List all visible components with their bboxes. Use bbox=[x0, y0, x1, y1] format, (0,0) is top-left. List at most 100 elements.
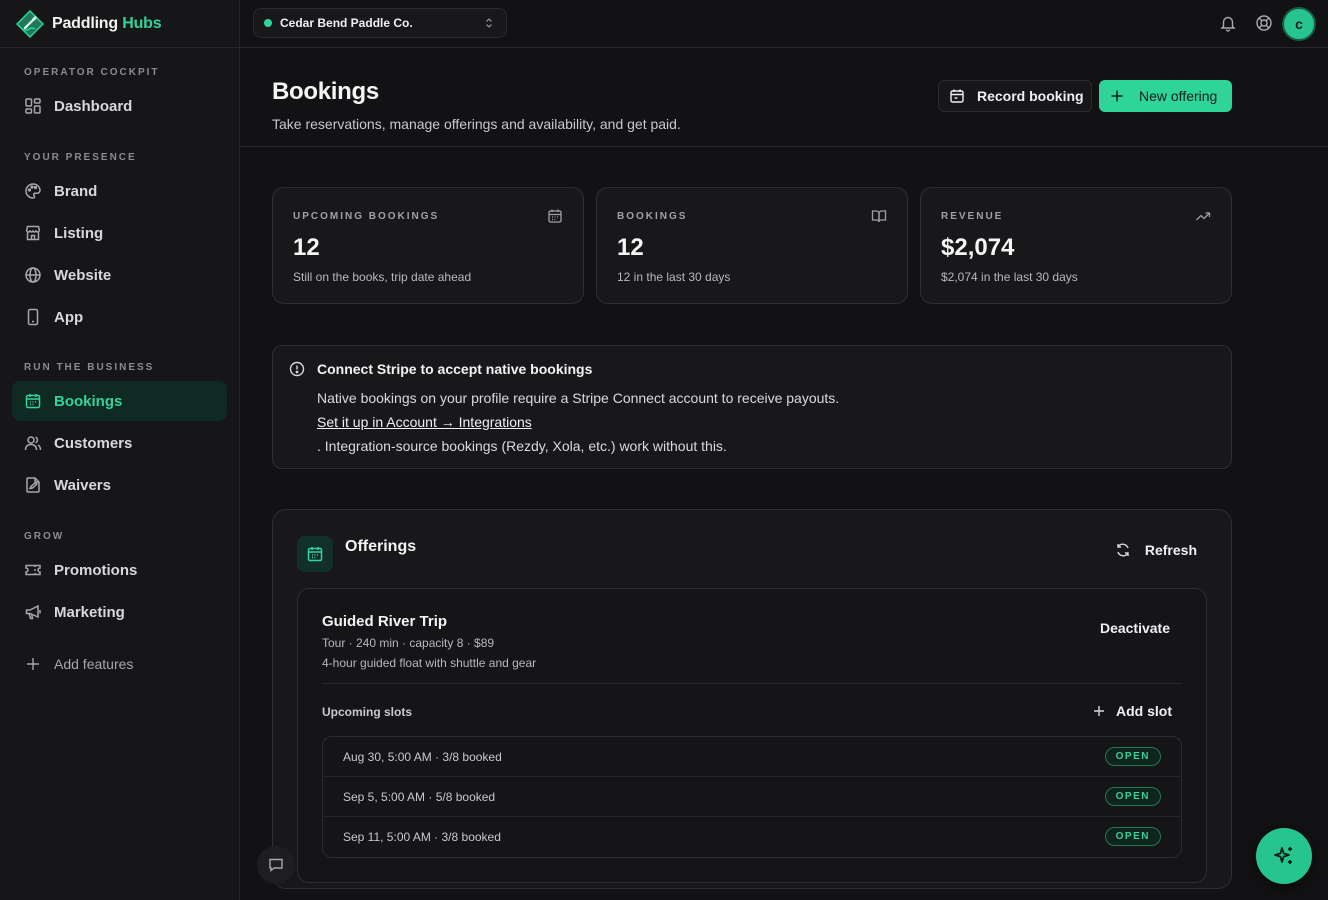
sidebar-item-marketing[interactable]: Marketing bbox=[12, 592, 227, 632]
section-label-run-the-business: RUN THE BUSINESS bbox=[24, 362, 155, 373]
new-offering-label: New offering bbox=[1139, 88, 1218, 104]
section-label-your-presence: YOUR PRESENCE bbox=[24, 152, 137, 163]
main-content: Bookings Take reservations, manage offer… bbox=[240, 48, 1328, 900]
refresh-button[interactable]: Refresh bbox=[1115, 542, 1197, 558]
sidebar-item-label: Dashboard bbox=[54, 97, 133, 115]
plus-icon bbox=[1094, 706, 1104, 716]
message-square-icon bbox=[269, 858, 283, 872]
feedback-chat-button[interactable] bbox=[257, 846, 295, 884]
sidebar-item-promotions[interactable]: Promotions bbox=[12, 550, 227, 590]
book-open-icon bbox=[871, 210, 887, 223]
offerings-title: Offerings bbox=[345, 538, 417, 555]
sidebar-item-label: Bookings bbox=[54, 392, 123, 410]
refresh-icon bbox=[1117, 543, 1129, 557]
slot-status-badge: OPEN bbox=[1104, 787, 1161, 806]
record-booking-button[interactable]: Record booking bbox=[938, 80, 1092, 112]
record-booking-label: Record booking bbox=[977, 88, 1084, 104]
offering-description: 4-hour guided float with shuttle and gea… bbox=[322, 656, 537, 670]
users-icon bbox=[24, 436, 42, 451]
sidebar-item-dashboard[interactable]: Dashboard bbox=[12, 86, 227, 126]
add-slot-button[interactable]: Add slot bbox=[1092, 703, 1172, 719]
smartphone-icon bbox=[27, 308, 39, 326]
megaphone-icon bbox=[25, 604, 41, 620]
stat-value: 12 bbox=[617, 234, 644, 261]
sidebar-item-brand[interactable]: Brand bbox=[12, 171, 227, 211]
refresh-label: Refresh bbox=[1144, 542, 1197, 558]
alert-circle-icon bbox=[289, 361, 305, 377]
brand-name: Paddling Hubs bbox=[52, 14, 162, 33]
bell-icon[interactable] bbox=[1219, 14, 1237, 32]
stat-caption: Still on the books, trip date ahead bbox=[293, 270, 472, 284]
dashboard-icon bbox=[25, 98, 41, 114]
add-features-label: Add features bbox=[54, 656, 134, 672]
globe-icon bbox=[25, 267, 41, 283]
sidebar-item-customers[interactable]: Customers bbox=[12, 423, 227, 463]
ai-assistant-button[interactable] bbox=[1256, 828, 1312, 884]
slot-status-badge: OPEN bbox=[1104, 827, 1161, 846]
stat-value: $2,074 bbox=[941, 234, 1015, 261]
stat-label: REVENUE bbox=[941, 211, 1004, 222]
sidebar-item-waivers[interactable]: Waivers bbox=[12, 465, 227, 505]
slot-row[interactable]: Aug 30, 5:00 AM · 3/8 booked OPEN bbox=[323, 737, 1181, 777]
slot-status-badge: OPEN bbox=[1104, 747, 1161, 766]
sidebar-item-label: Customers bbox=[54, 434, 133, 452]
stat-card-revenue: REVENUE $2,074 $2,074 in the last 30 day… bbox=[920, 187, 1232, 304]
store-icon bbox=[25, 225, 41, 241]
sidebar-nav: OPERATOR COCKPIT Dashboard YOUR PRESENCE… bbox=[0, 66, 239, 684]
add-features-button[interactable]: Add features bbox=[12, 644, 227, 684]
slot-text: Sep 5, 5:00 AM · 5/8 booked bbox=[343, 790, 496, 804]
slot-row[interactable]: Sep 11, 5:00 AM · 3/8 booked OPEN bbox=[323, 817, 1181, 857]
file-signature-icon bbox=[26, 477, 40, 493]
calendar-icon bbox=[548, 209, 562, 223]
page-title: Bookings bbox=[272, 78, 379, 105]
offering-item: Guided River Trip Tour · 240 min · capac… bbox=[297, 588, 1207, 883]
plus-icon bbox=[1111, 90, 1123, 102]
stripe-connect-alert: Connect Stripe to accept native bookings… bbox=[272, 345, 1232, 469]
organization-selector[interactable]: Cedar Bend Paddle Co. bbox=[253, 8, 507, 38]
calendar-icon bbox=[307, 547, 323, 562]
calendar-plus-icon bbox=[950, 89, 964, 103]
sidebar-item-bookings[interactable]: Bookings bbox=[12, 381, 227, 421]
upcoming-slots-label: Upcoming slots bbox=[322, 705, 413, 719]
add-slot-label: Add slot bbox=[1116, 703, 1172, 719]
org-status-dot bbox=[264, 19, 272, 27]
stat-caption: 12 in the last 30 days bbox=[617, 270, 731, 284]
offering-meta: Tour · 240 min · capacity 8 · $89 bbox=[322, 636, 495, 650]
ticket-icon bbox=[25, 564, 41, 576]
app-root: Paddling Hubs OPERATOR COCKPIT Dashboard… bbox=[0, 0, 1328, 900]
stat-label: UPCOMING BOOKINGS bbox=[293, 211, 440, 222]
brand-name-primary: Paddling bbox=[52, 14, 118, 32]
org-name: Cedar Bend Paddle Co. bbox=[280, 16, 413, 30]
sidebar-item-listing[interactable]: Listing bbox=[12, 213, 227, 253]
brand-name-secondary: Hubs bbox=[122, 14, 162, 32]
brand-header[interactable]: Paddling Hubs bbox=[0, 0, 239, 48]
section-label-operator-cockpit: OPERATOR COCKPIT bbox=[24, 67, 160, 78]
trending-up-icon bbox=[1196, 212, 1211, 221]
sidebar-item-label: Waivers bbox=[54, 476, 111, 494]
new-offering-button[interactable]: New offering bbox=[1099, 80, 1232, 112]
topbar: Cedar Bend Paddle Co. c bbox=[240, 0, 1328, 48]
calendar-icon bbox=[25, 394, 41, 409]
offering-name: Guided River Trip bbox=[322, 613, 448, 630]
sidebar-item-label: Brand bbox=[54, 182, 98, 200]
sidebar-item-label: Listing bbox=[54, 224, 104, 242]
section-label-grow: GROW bbox=[24, 531, 65, 542]
page-subtitle: Take reservations, manage offerings and … bbox=[272, 116, 681, 132]
page-header: Bookings Take reservations, manage offer… bbox=[240, 48, 1328, 147]
sidebar-item-label: App bbox=[54, 308, 84, 326]
slot-text: Aug 30, 5:00 AM · 3/8 booked bbox=[343, 750, 502, 764]
sparkles-icon bbox=[1274, 847, 1292, 864]
sidebar-item-website[interactable]: Website bbox=[12, 255, 227, 295]
slot-text: Sep 11, 5:00 AM · 3/8 booked bbox=[343, 830, 501, 844]
chevrons-up-down-icon bbox=[486, 18, 492, 28]
user-avatar[interactable]: c bbox=[1282, 7, 1316, 41]
stat-value: 12 bbox=[293, 234, 320, 261]
offerings-card: Offerings Refresh Guided River Trip Tour… bbox=[272, 509, 1232, 889]
help-lifebuoy-icon[interactable] bbox=[1255, 14, 1273, 32]
sidebar-item-app[interactable]: App bbox=[12, 297, 227, 337]
deactivate-button[interactable]: Deactivate bbox=[1100, 620, 1170, 636]
integrations-link[interactable]: Set it up in Account → Integrations bbox=[317, 414, 532, 430]
slot-row[interactable]: Sep 5, 5:00 AM · 5/8 booked OPEN bbox=[323, 777, 1181, 817]
sidebar: Paddling Hubs OPERATOR COCKPIT Dashboard… bbox=[0, 0, 240, 900]
sidebar-item-label: Website bbox=[54, 266, 112, 284]
